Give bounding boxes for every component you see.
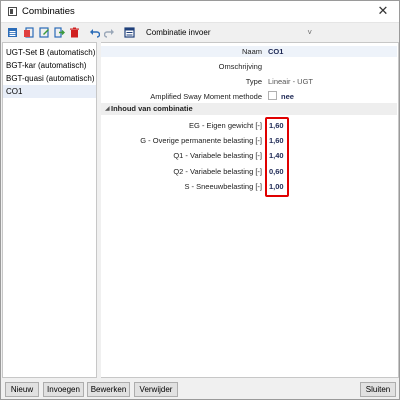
nieuw-button[interactable]: Nieuw [5,382,39,397]
property-grid: Naam CO1 Omschrijving Type Lineair - UGT… [101,42,399,378]
naam-label: Naam [241,47,262,56]
verwijder-button[interactable]: Verwijder [134,382,178,397]
sway-value: nee [281,92,294,101]
toolbar: Combinatie invoer ˅ [1,24,399,42]
type-value[interactable]: Lineair - UGT [268,77,313,86]
close-window-button[interactable]: ✕ [375,3,391,19]
sway-checkbox[interactable] [268,91,277,100]
invoegen-button[interactable]: Invoegen [43,382,84,397]
chevron-down-icon: ˅ [307,28,312,37]
highlight-box [265,117,289,197]
collapse-arrow-icon: ◢ [105,106,110,112]
sway-label: Amplified Sway Moment methode [150,92,262,101]
export-icon[interactable] [54,27,65,38]
list-item-bgt-quasi[interactable]: BGT-quasi (automatisch) [3,72,96,85]
table-icon[interactable] [124,27,135,38]
undo-icon[interactable] [89,27,100,38]
list-item-ugt-set-b[interactable]: UGT-Set B (automatisch) [3,46,96,59]
combination-list: UGT-Set B (automatisch) BGT-kar (automat… [2,42,97,378]
omschrijving-label: Omschrijving [218,62,262,71]
combinatie-invoer-dropdown[interactable]: Combinatie invoer ˅ [138,26,320,40]
bewerken-button[interactable]: Bewerken [87,382,130,397]
new-icon[interactable] [7,27,18,38]
q2-label: Q2 - Variabele belasting [-] [173,167,262,176]
section-header[interactable]: ◢ Inhoud van combinatie [101,103,397,115]
window-title: Combinaties [22,6,75,17]
combinaties-window: Combinaties ✕ Combinatie invoer ˅ UGT-Se… [0,0,400,400]
redo-icon[interactable] [104,27,115,38]
eg-label: EG - Eigen gewicht [-] [189,121,262,130]
naam-value[interactable]: CO1 [268,47,283,56]
list-item-bgt-kar[interactable]: BGT-kar (automatisch) [3,59,96,72]
window-icon [8,7,17,16]
combinatie-invoer-label: Combinatie invoer [146,28,211,37]
section-title: Inhoud van combinatie [111,104,193,113]
q1-label: Q1 - Variabele belasting [-] [173,151,262,160]
copy-icon[interactable] [23,27,34,38]
g-label: G - Overige permanente belasting [-] [140,136,262,145]
sluiten-button[interactable]: Sluiten [360,382,396,397]
delete-icon[interactable] [69,27,80,38]
type-label: Type [245,77,262,86]
title-bar: Combinaties ✕ [1,1,399,23]
s-label: S - Sneeuwbelasting [-] [184,182,262,191]
list-item-co1[interactable]: CO1 [3,85,96,98]
edit-icon[interactable] [39,27,50,38]
bottom-bar: Nieuw Invoegen Bewerken Verwijder Sluite… [1,379,399,399]
